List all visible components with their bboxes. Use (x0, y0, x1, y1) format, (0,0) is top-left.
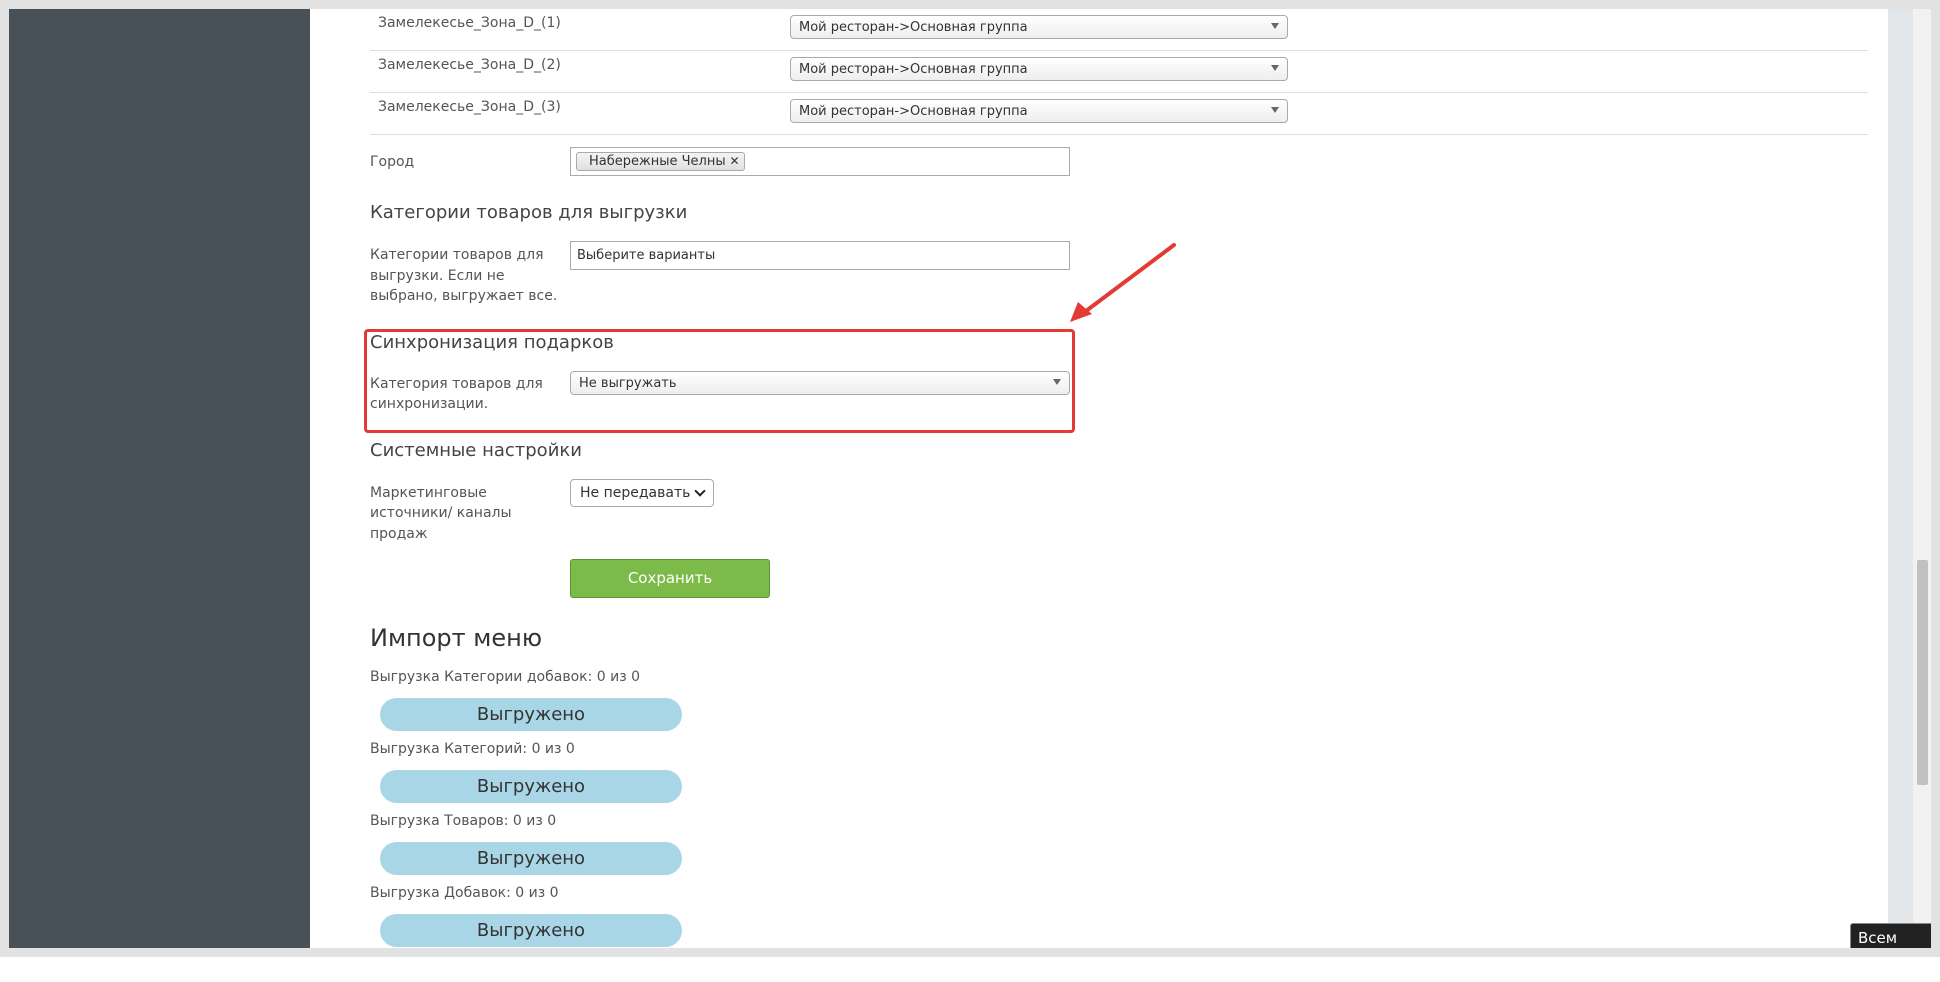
dropdown-arrow-icon (1271, 107, 1279, 113)
zone-group-select[interactable]: Мой ресторан->Основная группа (790, 57, 1288, 81)
main-content (310, 9, 1888, 948)
chevron-down-icon (694, 485, 706, 497)
system-settings-title: Системные настройки (370, 440, 582, 461)
zone-row: Замелекесье_Зона_D_(3) Мой ресторан->Осн… (370, 93, 1868, 135)
marketing-sources-value: Не передавать (580, 485, 691, 501)
scrollbar-thumb[interactable] (1917, 560, 1928, 785)
city-chip-label: Набережные Челны (589, 154, 726, 169)
gift-sync-select[interactable]: Не выгружать (570, 371, 1070, 395)
gift-sync-title: Синхронизация подарков (370, 332, 614, 353)
upload-categories-label-line: выбрано, выгружает все. (370, 288, 558, 304)
sidebar (9, 9, 310, 948)
zone-row: Замелекесье_Зона_D_(1) Мой ресторан->Осн… (370, 9, 1868, 51)
zone-group-value: Мой ресторан->Основная группа (799, 20, 1028, 35)
gift-sync-value: Не выгружать (579, 376, 677, 391)
dropdown-arrow-icon (1271, 65, 1279, 71)
dropdown-arrow-icon (1053, 379, 1061, 385)
zone-group-value: Мой ресторан->Основная группа (799, 104, 1028, 119)
zone-label: Замелекесье_Зона_D_(2) (378, 57, 561, 73)
right-gutter (1888, 9, 1913, 948)
import-item-label: Выгрузка Добавок: 0 из 0 (370, 885, 559, 901)
upload-categories-placeholder: Выберите варианты (577, 248, 716, 263)
import-item-label: Выгрузка Категорий: 0 из 0 (370, 741, 575, 757)
zone-group-select[interactable]: Мой ресторан->Основная группа (790, 99, 1288, 123)
upload-categories-label-line: выгрузки. Если не (370, 268, 505, 284)
import-status-button[interactable]: Выгружено (380, 770, 682, 803)
import-item-label: Выгрузка Категории добавок: 0 из 0 (370, 669, 641, 685)
remove-chip-icon[interactable]: ✕ (730, 153, 740, 170)
import-status-button[interactable]: Выгружено (380, 842, 682, 875)
brand-badge[interactable]: Всем Еды (1850, 923, 1940, 976)
import-menu-title: Импорт меню (370, 624, 543, 652)
marketing-label-line: источники/ каналы (370, 505, 512, 521)
zone-row: Замелекесье_Зона_D_(2) Мой ресторан->Осн… (370, 51, 1868, 93)
gift-sync-label-line: синхронизации. (370, 396, 489, 412)
zone-group-value: Мой ресторан->Основная группа (799, 62, 1028, 77)
zone-group-select[interactable]: Мой ресторан->Основная группа (790, 15, 1288, 39)
zone-label: Замелекесье_Зона_D_(3) (378, 99, 561, 115)
scrollbar[interactable] (1913, 9, 1931, 948)
import-item-label: Выгрузка Товаров: 0 из 0 (370, 813, 557, 829)
upload-categories-label-line: Категории товаров для (370, 247, 544, 263)
upload-categories-title: Категории товаров для выгрузки (370, 202, 688, 223)
import-status-button[interactable]: Выгружено (380, 914, 682, 947)
dropdown-arrow-icon (1271, 23, 1279, 29)
gift-sync-label-line: Категория товаров для (370, 376, 543, 392)
save-button[interactable]: Сохранить (570, 559, 770, 598)
marketing-sources-select[interactable]: Не передавать (570, 479, 714, 507)
city-multiselect[interactable]: Набережные Челны ✕ (570, 147, 1070, 176)
marketing-label-line: Маркетинговые (370, 485, 487, 501)
zone-label: Замелекесье_Зона_D_(1) (378, 15, 561, 31)
city-label: Город (370, 154, 415, 170)
city-chip: Набережные Челны ✕ (576, 152, 745, 171)
marketing-label-line: продаж (370, 526, 428, 542)
upload-categories-input[interactable]: Выберите варианты (570, 241, 1070, 270)
annotation-arrow-icon (1070, 243, 1176, 322)
import-status-button[interactable]: Выгружено (380, 698, 682, 731)
